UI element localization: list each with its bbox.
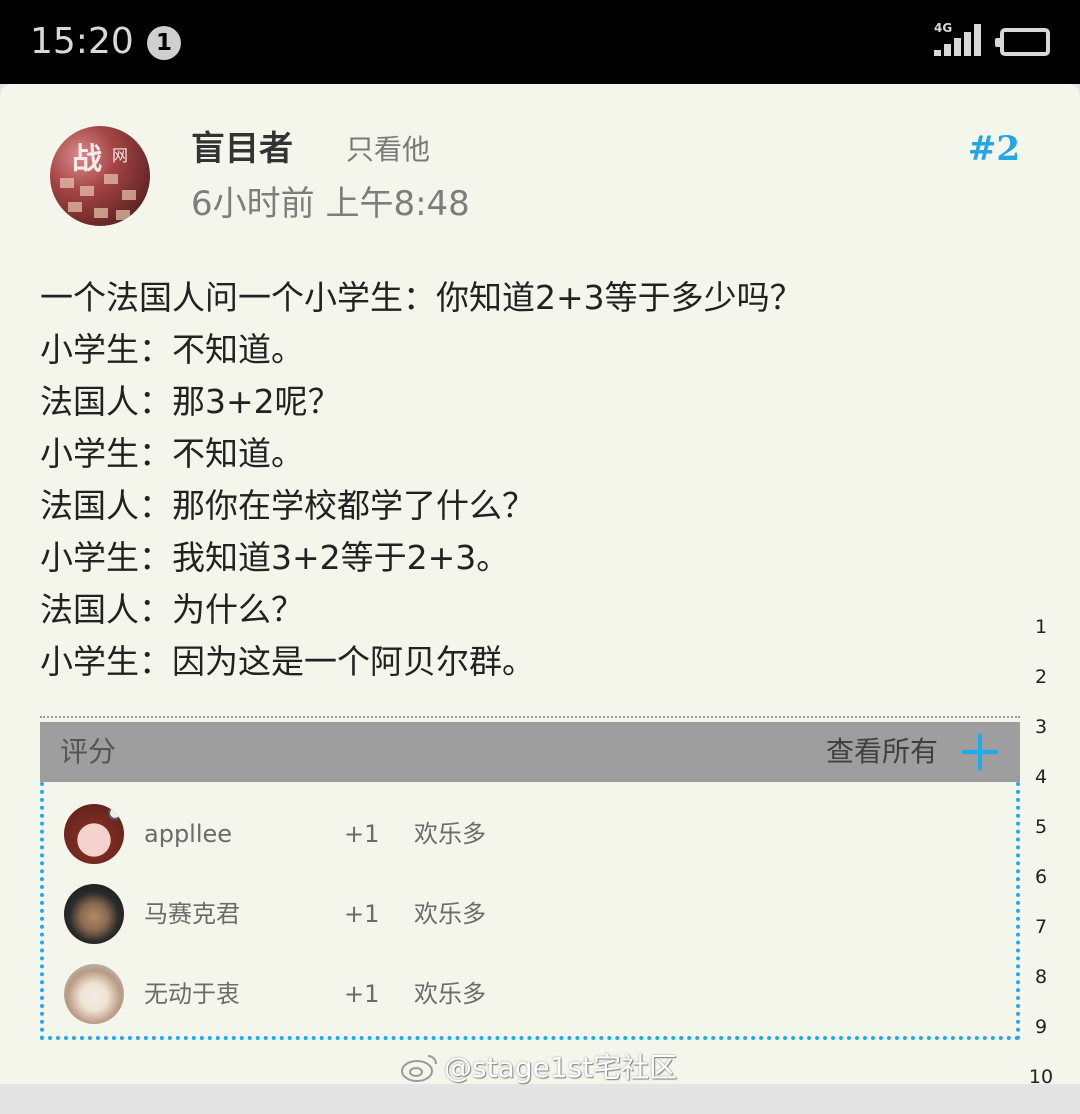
post-line: 小学生：因为这是一个阿贝尔群。 bbox=[40, 642, 535, 681]
side-page-index: 1 2 3 4 5 6 7 8 9 10 bbox=[1026, 614, 1056, 1114]
rater-avatar[interactable] bbox=[64, 804, 124, 864]
rating-reason: 欢乐多 bbox=[414, 980, 486, 1008]
side-index-item[interactable]: 2 bbox=[1026, 664, 1056, 714]
post-line: 法国人：那3+2呢？ bbox=[40, 382, 341, 421]
side-index-item[interactable]: 9 bbox=[1026, 1014, 1056, 1064]
side-index-item[interactable]: 8 bbox=[1026, 964, 1056, 1014]
side-index-item[interactable]: 5 bbox=[1026, 814, 1056, 864]
rating-reason: 欢乐多 bbox=[414, 820, 486, 848]
rating-score: +1 bbox=[344, 820, 380, 848]
watermark-text: @stage1st宅社区 bbox=[444, 1051, 678, 1084]
side-index-item[interactable]: 10 bbox=[1026, 1064, 1056, 1114]
rating-row: 无动于衷 +1 欢乐多 bbox=[44, 954, 1024, 1034]
side-index-item[interactable]: 1 bbox=[1026, 614, 1056, 664]
rater-name[interactable]: appllee bbox=[144, 794, 232, 874]
rater-name[interactable]: 马赛克君 bbox=[144, 874, 240, 954]
rating-row: appllee +1 欢乐多 bbox=[44, 794, 1024, 874]
side-index-item[interactable]: 7 bbox=[1026, 914, 1056, 964]
post-line: 法国人：为什么？ bbox=[40, 590, 304, 629]
ratings-header: 评分 查看所有 bbox=[40, 722, 1020, 782]
avatar-logo-mark-small: 网 bbox=[112, 146, 129, 165]
clock: 15:20 bbox=[30, 21, 134, 62]
rater-avatar[interactable] bbox=[64, 964, 124, 1024]
notification-badge[interactable]: 1 bbox=[147, 26, 181, 60]
rating-score: +1 bbox=[344, 980, 380, 1008]
post-line: 法国人：那你在学校都学了什么？ bbox=[40, 486, 535, 525]
weibo-logo-icon bbox=[401, 1055, 437, 1082]
author-name[interactable]: 盲目者 bbox=[191, 126, 293, 172]
post-line: 小学生：我知道3+2等于2+3。 bbox=[40, 538, 510, 577]
post-content: 一个法国人问一个小学生：你知道2+3等于多少吗？ 小学生：不知道。 法国人：那3… bbox=[40, 272, 1030, 688]
author-avatar[interactable]: 战 网 bbox=[50, 126, 150, 226]
post-line: 一个法国人问一个小学生：你知道2+3等于多少吗？ bbox=[40, 278, 803, 317]
rating-score: +1 bbox=[344, 900, 380, 928]
rating-reason: 欢乐多 bbox=[414, 900, 486, 928]
post-line: 小学生：不知道。 bbox=[40, 434, 304, 473]
post-timestamp: 6小时前 上午8:48 bbox=[191, 184, 470, 224]
battery-icon bbox=[995, 28, 1050, 56]
ratings-list: appllee +1 欢乐多 马赛克君 +1 欢乐多 无动于衷 +1 欢乐多 bbox=[40, 782, 1020, 1040]
rater-name[interactable]: 无动于衷 bbox=[144, 954, 240, 1034]
ratings-divider bbox=[40, 716, 1020, 718]
post-line: 小学生：不知道。 bbox=[40, 330, 304, 369]
rating-row: 马赛克君 +1 欢乐多 bbox=[44, 874, 1024, 954]
avatar-logo-mark: 战 bbox=[72, 142, 102, 177]
network-type: 4G bbox=[934, 21, 953, 35]
rater-avatar[interactable] bbox=[64, 884, 124, 944]
side-index-item[interactable]: 4 bbox=[1026, 764, 1056, 814]
ratings-title: 评分 bbox=[60, 735, 117, 768]
side-index-item[interactable]: 6 bbox=[1026, 864, 1056, 914]
floor-number[interactable]: #2 bbox=[968, 126, 1020, 172]
plus-icon[interactable] bbox=[962, 734, 998, 770]
view-all-ratings-button[interactable]: 查看所有 bbox=[826, 722, 938, 782]
status-bar: 15:20 1 4G bbox=[0, 0, 1080, 84]
only-view-author-button[interactable]: 只看他 bbox=[346, 130, 430, 170]
side-index-item[interactable]: 3 bbox=[1026, 714, 1056, 764]
